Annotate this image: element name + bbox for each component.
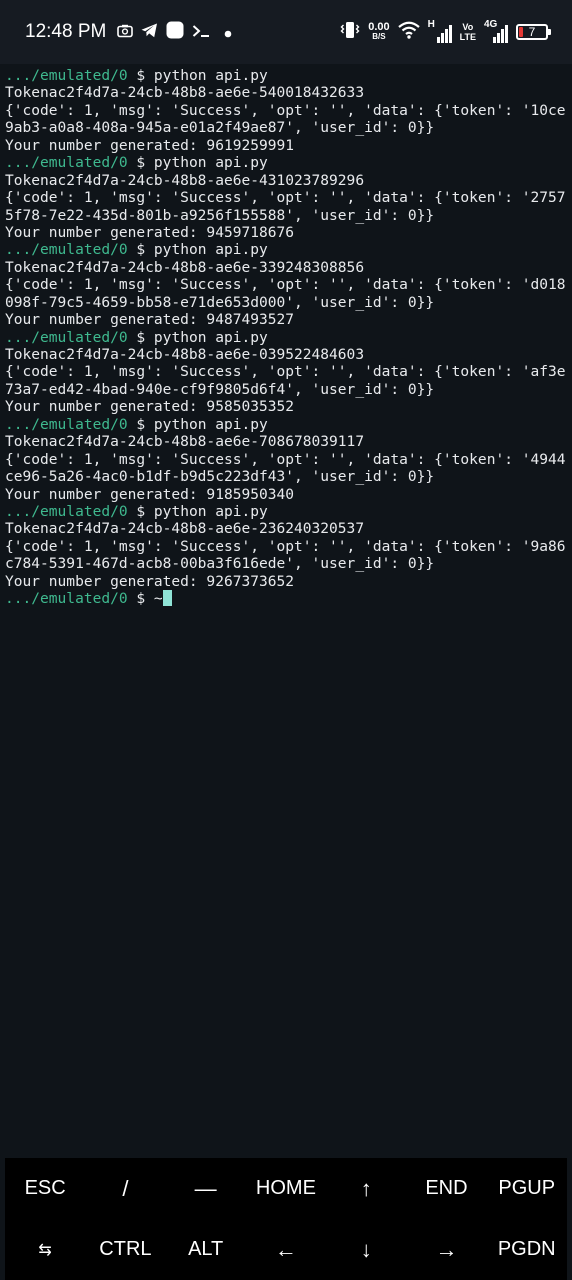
response-line: 9ab3-a0a8-408a-945a-e01a2f49ae87', 'user… — [5, 119, 435, 137]
prompt-line: .../emulated/0 $ python api.py — [5, 329, 567, 346]
token-line: Tokenac2f4d7a-24cb-48b8-ae6e-03952248460… — [5, 346, 365, 363]
prompt-symbol: $ — [136, 241, 146, 259]
status-bar: 12:48 PM 0.00 B/S H Vo LTE 4G 7 — [0, 0, 572, 64]
volte-icon: Vo LTE — [460, 22, 476, 42]
slash-key[interactable]: / — [85, 1158, 165, 1219]
response-line: {'code': 1, 'msg': 'Success', 'opt': '',… — [5, 276, 566, 294]
network-speed: 0.00 B/S — [368, 22, 389, 42]
prompt-path: .../emulated/0 — [5, 67, 128, 84]
command-text: python api.py — [153, 154, 268, 172]
volte-top: Vo — [462, 22, 474, 32]
tab-key[interactable]: ⇆ — [5, 1219, 85, 1280]
pgup-key[interactable]: PGUP — [487, 1158, 567, 1219]
app-icon — [166, 21, 184, 43]
response-line: c784-5391-467d-acb8-00ba3f616ede', 'user… — [5, 555, 435, 573]
prompt-path: .../emulated/0 — [5, 502, 128, 520]
signal-1-icon: H — [427, 19, 452, 43]
number-line: Your number generated: 9185950340 — [5, 485, 295, 503]
response-line: {'code': 1, 'msg': 'Success', 'opt': '',… — [5, 537, 566, 555]
command-text: python api.py — [153, 502, 268, 520]
prompt-path: .../emulated/0 — [5, 328, 128, 346]
home-key[interactable]: HOME — [246, 1158, 326, 1219]
network-type-1: H — [427, 19, 435, 30]
number-line: Your number generated: 9459718676 — [5, 223, 295, 241]
prompt-symbol: $ — [136, 415, 146, 433]
ctrl-key[interactable]: CTRL — [85, 1219, 165, 1280]
extra-keys-bar: ESC / — HOME ↑ END PGUP ⇆ CTRL ALT ← ↓ →… — [5, 1158, 567, 1280]
number-line: Your number generated: 9585035352 — [5, 398, 295, 416]
pgdn-key[interactable]: PGDN — [487, 1219, 567, 1280]
dash-key[interactable]: — — [166, 1158, 246, 1219]
prompt-symbol: $ — [136, 67, 146, 84]
prompt-symbol: $ — [136, 154, 146, 172]
arrow-down-key[interactable]: ↓ — [326, 1219, 406, 1280]
token-line: Tokenac2f4d7a-24cb-48b8-ae6e-43102378929… — [5, 171, 365, 189]
command-text: python api.py — [153, 67, 268, 84]
prompt-line: .../emulated/0 $ python api.py — [5, 67, 567, 84]
response-line: {'code': 1, 'msg': 'Success', 'opt': '',… — [5, 101, 566, 119]
terminal-icon — [192, 23, 210, 42]
command-text: python api.py — [153, 328, 268, 346]
prompt-symbol: $ — [136, 502, 146, 520]
prompt-path: .../emulated/0 — [5, 415, 128, 433]
token-line: Tokenac2f4d7a-24cb-48b8-ae6e-54001843263… — [5, 84, 365, 102]
terminal-cursor[interactable] — [162, 590, 172, 607]
volte-bottom: LTE — [459, 32, 476, 42]
prompt-tilde: ~ — [153, 590, 163, 608]
number-line: Your number generated: 9619259991 — [5, 136, 295, 154]
response-line: {'code': 1, 'msg': 'Success', 'opt': '',… — [5, 189, 566, 207]
command-text: python api.py — [153, 415, 268, 433]
response-line: 5f78-7e22-435d-801b-a9256f155588', 'user… — [5, 206, 435, 224]
terminal-view[interactable]: .../emulated/0 $ python api.py Tokenac2f… — [0, 64, 572, 1158]
arrow-left-key[interactable]: ← — [246, 1219, 326, 1280]
token-line: Tokenac2f4d7a-24cb-48b8-ae6e-70867803911… — [5, 433, 365, 451]
prompt-line: .../emulated/0 $ python api.py — [5, 154, 567, 171]
prompt-symbol: $ — [136, 328, 146, 346]
response-line: {'code': 1, 'msg': 'Success', 'opt': '',… — [5, 363, 566, 381]
screenshot-icon — [117, 23, 133, 42]
number-line: Your number generated: 9267373652 — [5, 572, 295, 590]
response-line: 73a7-ed42-4bad-940e-cf9f9805d6f4', 'user… — [5, 380, 435, 398]
vibrate-icon — [340, 21, 360, 43]
wifi-icon — [397, 21, 420, 43]
response-line: {'code': 1, 'msg': 'Success', 'opt': '',… — [5, 450, 566, 468]
prompt-path: .../emulated/0 — [5, 154, 128, 172]
network-speed-value: 0.00 — [368, 21, 390, 33]
prompt-path: .../emulated/0 — [5, 241, 128, 259]
prompt-symbol: $ — [136, 590, 146, 608]
number-line: Your number generated: 9487493527 — [5, 311, 295, 329]
prompt-line: .../emulated/0 $ python api.py — [5, 241, 567, 258]
response-line: 098f-79c5-4659-bb58-e71de653d000', 'user… — [5, 293, 435, 311]
system-icons: 0.00 B/S H Vo LTE 4G 7 — [340, 18, 551, 46]
token-line: Tokenac2f4d7a-24cb-48b8-ae6e-33924830885… — [5, 258, 365, 276]
arrow-up-key[interactable]: ↑ — [326, 1158, 406, 1219]
prompt-path: .../emulated/0 — [5, 590, 128, 608]
extra-keys-row-1: ESC / — HOME ↑ END PGUP — [5, 1158, 567, 1219]
prompt-line: .../emulated/0 $ python api.py — [5, 503, 567, 520]
end-key[interactable]: END — [406, 1158, 486, 1219]
terminal-output: .../emulated/0 $ python api.py Tokenac2f… — [5, 67, 567, 608]
battery-level: 7 — [528, 25, 536, 39]
esc-key[interactable]: ESC — [5, 1158, 85, 1219]
current-prompt-line[interactable]: .../emulated/0 $ ~ — [5, 590, 567, 607]
alt-key[interactable]: ALT — [166, 1219, 246, 1280]
signal-2-icon: 4G — [484, 19, 508, 43]
arrow-right-key[interactable]: → — [406, 1219, 486, 1280]
response-line: ce96-5a26-4ac0-b1df-b9d5c223df43', 'user… — [5, 468, 435, 486]
status-time: 12:48 PM — [25, 21, 107, 42]
network-speed-unit: B/S — [372, 32, 386, 41]
notification-icons — [117, 21, 232, 43]
extra-keys-row-2: ⇆ CTRL ALT ← ↓ → PGDN — [5, 1219, 567, 1280]
dot-icon — [224, 23, 232, 42]
command-text: python api.py — [153, 241, 268, 259]
battery-icon: 7 — [516, 24, 551, 40]
token-line: Tokenac2f4d7a-24cb-48b8-ae6e-23624032053… — [5, 520, 365, 538]
telegram-icon — [141, 23, 158, 42]
prompt-line: .../emulated/0 $ python api.py — [5, 416, 567, 433]
